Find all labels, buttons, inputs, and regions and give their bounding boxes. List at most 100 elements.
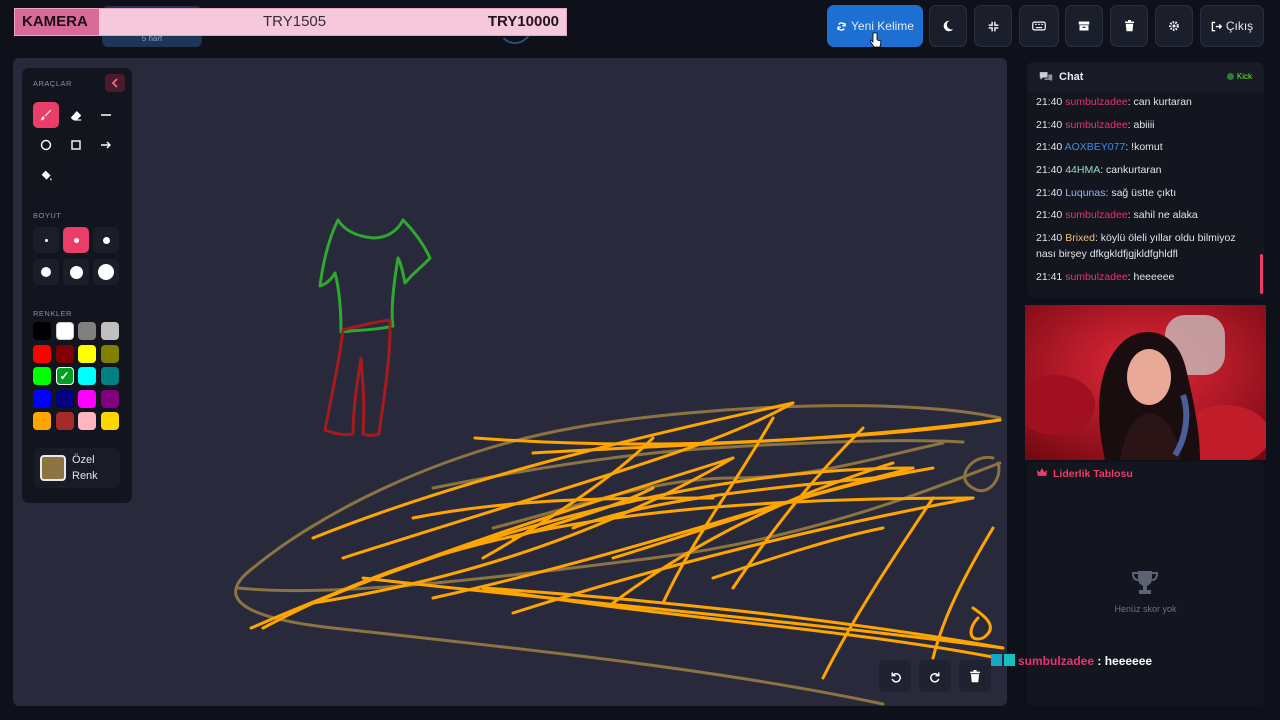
- platform-badge: Kick: [1226, 72, 1252, 81]
- chat-timestamp: 21:40: [1036, 209, 1063, 222]
- tools-section-title: ARAÇLAR: [33, 79, 72, 88]
- archive-button[interactable]: [1065, 5, 1103, 47]
- tools-panel: ARAÇLAR BOYUT RENKLER ✓ Özel Renk: [22, 68, 132, 503]
- chat-timestamp: 21:41: [1036, 270, 1063, 283]
- color-swatch[interactable]: [78, 367, 96, 385]
- banner-camera-label: KAMERA: [15, 9, 99, 35]
- archive-icon: [1078, 21, 1090, 31]
- trash-icon: [970, 669, 980, 682]
- logout-label: Çıkış: [1225, 19, 1254, 33]
- square-icon: [71, 140, 81, 150]
- chat-scrollbar[interactable]: [1260, 254, 1263, 294]
- color-swatch[interactable]: [55, 322, 74, 340]
- leaderboard-empty-text: Henüz skor yok: [1114, 604, 1177, 614]
- leaderboard-panel: Liderlik Tablosu Henüz skor yok: [1027, 462, 1264, 706]
- drawing-canvas[interactable]: [13, 58, 1007, 706]
- brush-tool[interactable]: [33, 102, 59, 128]
- line-tool[interactable]: [93, 102, 119, 128]
- size-large-option[interactable]: [33, 259, 59, 285]
- color-swatch[interactable]: [55, 344, 74, 363]
- brush-icon: [40, 109, 52, 121]
- chat-text: : heeeeee: [1127, 270, 1175, 283]
- color-swatch[interactable]: [55, 412, 74, 430]
- chat-username[interactable]: sumbulzadee: [1065, 119, 1127, 131]
- fullscreen-toggle-button[interactable]: [974, 5, 1012, 47]
- paint-bucket-icon: [41, 170, 52, 180]
- size-xs-option[interactable]: [33, 227, 59, 253]
- color-swatch[interactable]: [33, 389, 51, 408]
- color-swatch[interactable]: [33, 322, 51, 340]
- size-small-option[interactable]: [63, 227, 89, 253]
- rectangle-tool[interactable]: [63, 132, 89, 158]
- color-swatch[interactable]: [100, 344, 119, 363]
- custom-color-swatch[interactable]: [40, 455, 66, 481]
- chat-username[interactable]: sumbulzadee: [1065, 96, 1127, 108]
- redo-icon: [929, 671, 939, 683]
- chat-timestamp: 21:40: [1036, 141, 1063, 154]
- chat-text: : cankurtaran: [1100, 164, 1162, 177]
- color-swatch[interactable]: [55, 389, 74, 408]
- circle-tool[interactable]: [33, 132, 59, 158]
- chat-username[interactable]: sumbulzadee: [1065, 271, 1127, 283]
- moon-icon: [943, 20, 954, 32]
- banner-current-amount: TRY1505: [263, 13, 327, 30]
- color-swatch[interactable]: [78, 344, 96, 363]
- color-swatch[interactable]: [78, 322, 96, 340]
- platform-name: Kick: [1236, 72, 1252, 81]
- fill-tool[interactable]: [33, 162, 59, 188]
- chat-message: 21:40 44HMA: cankurtaran: [1036, 162, 1258, 178]
- color-swatch[interactable]: [100, 322, 119, 340]
- collapse-panel-button[interactable]: [105, 74, 125, 92]
- color-swatch[interactable]: [33, 412, 51, 430]
- size-medium-option[interactable]: [93, 227, 119, 253]
- chat-message: 21:40 sumbulzadee: sahil ne alaka: [1036, 207, 1258, 223]
- redo-button[interactable]: [919, 660, 951, 692]
- stream-chat-overlay: sumbulzadee : heeeeee: [991, 654, 1152, 668]
- theme-toggle-button[interactable]: [929, 5, 967, 47]
- chat-text: : can kurtaran: [1127, 96, 1192, 108]
- keyboard-button[interactable]: [1019, 5, 1059, 47]
- mouse-cursor-icon: [870, 32, 882, 48]
- eraser-tool[interactable]: [63, 102, 89, 128]
- size-xxl-option[interactable]: [93, 259, 119, 285]
- color-swatch[interactable]: [33, 367, 51, 385]
- chat-timestamp: 21:40: [1036, 96, 1063, 108]
- line-icon: [101, 114, 111, 116]
- color-swatch[interactable]: [33, 344, 51, 363]
- color-swatch[interactable]: [100, 367, 119, 385]
- badge-icons: [991, 654, 1015, 666]
- size-dot: [69, 265, 83, 279]
- color-swatch[interactable]: [78, 412, 96, 430]
- size-dot: [73, 237, 79, 243]
- chat-timestamp: 21:40: [1036, 164, 1063, 177]
- circle-icon: [40, 139, 52, 151]
- colors-section-title: RENKLER: [33, 309, 72, 318]
- chat-panel: Chat Kick 21:40 sumbulzadee: can kurtara…: [1027, 62, 1264, 298]
- custom-color-picker[interactable]: Özel Renk: [34, 448, 120, 488]
- chat-username[interactable]: Luqunas: [1065, 187, 1105, 199]
- settings-button[interactable]: [1155, 5, 1193, 47]
- chat-username[interactable]: 44HMA: [1065, 164, 1100, 176]
- clear-canvas-button[interactable]: [959, 660, 991, 692]
- chat-username[interactable]: AOXBEY077: [1065, 141, 1126, 153]
- red-pants-stroke: [323, 318, 392, 437]
- overlay-username: sumbulzadee: [1018, 654, 1095, 668]
- arrow-tool[interactable]: [93, 132, 119, 158]
- new-word-label: Yeni Kelime: [851, 19, 914, 33]
- color-swatch[interactable]: ✓: [55, 367, 74, 385]
- chat-username[interactable]: Brixed: [1065, 232, 1095, 244]
- clear-button[interactable]: [1110, 5, 1148, 47]
- chat-username[interactable]: sumbulzadee: [1065, 209, 1127, 221]
- color-swatch[interactable]: [78, 389, 96, 408]
- logout-button[interactable]: Çıkış: [1200, 5, 1264, 47]
- compress-icon: [988, 21, 998, 31]
- undo-icon: [891, 671, 901, 683]
- banner-goal-amount: TRY10000: [487, 13, 559, 30]
- undo-button[interactable]: [879, 660, 911, 692]
- green-shirt-stroke: [318, 218, 432, 334]
- trash-icon: [1124, 20, 1134, 32]
- chat-message: 21:40 sumbulzadee: can kurtaran: [1036, 94, 1258, 110]
- size-xl-option[interactable]: [63, 259, 89, 285]
- color-swatch[interactable]: [100, 389, 119, 408]
- color-swatch[interactable]: [100, 412, 119, 430]
